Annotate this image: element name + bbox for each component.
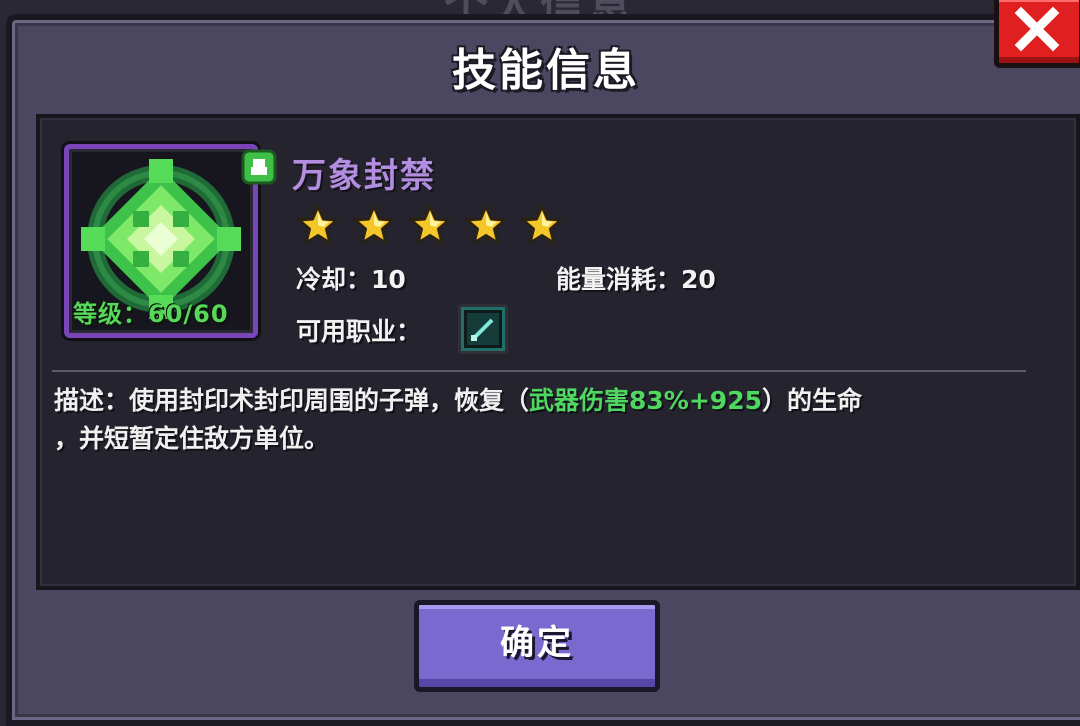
star-icon — [464, 204, 508, 246]
close-button[interactable] — [994, 0, 1080, 68]
description-suffix: ）的生命 — [762, 386, 863, 415]
energy-cost-stat: 能量消耗：20 — [556, 260, 716, 296]
description-highlight: 武器伤害83%+925 — [529, 386, 762, 415]
skill-info-dialog: 技能信息 等级：60/60 万象封禁 冷却：10 能量消耗：20 可用职业： 描… — [6, 14, 1080, 726]
skill-detail-panel: 等级：60/60 万象封禁 冷却：10 能量消耗：20 可用职业： 描述：使用封… — [36, 114, 1080, 590]
star-icon — [296, 204, 340, 246]
skill-star-rating — [296, 204, 564, 246]
cooldown-stat: 冷却：10 — [296, 260, 406, 296]
level-value: 60/60 — [148, 300, 229, 328]
star-icon — [352, 204, 396, 246]
cooldown-label: 冷却： — [296, 265, 372, 294]
level-label: 等级： — [73, 300, 148, 328]
description-prefix: 描述：使用封印术封印周围的子弹，恢复（ — [54, 386, 530, 415]
divider — [52, 370, 1026, 372]
description-line2: ，并短暂定住敌方单位。 — [54, 424, 330, 453]
star-icon — [408, 204, 452, 246]
class-label: 可用职业： — [296, 317, 422, 346]
cooldown-value: 10 — [371, 265, 406, 294]
star-icon — [520, 204, 564, 246]
energy-value: 20 — [681, 265, 716, 294]
close-icon — [1014, 6, 1060, 52]
skill-description: 描述：使用封印术封印周围的子弹，恢复（武器伤害83%+925）的生命 ，并短暂定住… — [54, 382, 1034, 458]
skill-icon-frame: 等级：60/60 — [64, 144, 277, 338]
dialog-title: 技能信息 — [452, 45, 640, 96]
skill-level: 等级：60/60 — [73, 294, 229, 329]
sword-icon — [458, 304, 508, 354]
skill-name: 万象封禁 — [292, 156, 436, 196]
confirm-button[interactable]: 确定 — [414, 600, 660, 692]
energy-label: 能量消耗： — [556, 265, 682, 294]
green-gem-icon — [241, 149, 277, 185]
